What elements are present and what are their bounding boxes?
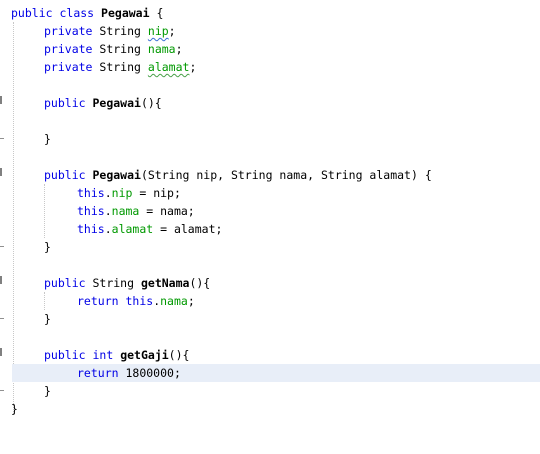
close-brace: }	[44, 240, 51, 254]
keyword-class: class	[59, 6, 95, 20]
code-line-method-getgaji[interactable]: public int getGaji(){	[0, 346, 540, 364]
field-nip: nip	[147, 24, 169, 38]
type-string: String	[99, 60, 141, 74]
keyword-private: private	[44, 42, 93, 56]
code-line-close-brace[interactable]: }	[0, 382, 540, 400]
semicolon: ;	[175, 42, 183, 56]
semicolon: ;	[189, 60, 197, 74]
code-line-field-nip[interactable]: private String nip;	[0, 22, 540, 40]
constructor-params: (){	[140, 96, 162, 110]
constructor-name: Pegawai	[92, 168, 141, 182]
keyword-this: this	[125, 294, 154, 308]
field-nip: nip	[111, 186, 133, 200]
keyword-int: int	[92, 348, 114, 362]
keyword-this: this	[77, 186, 105, 200]
field-nama: nama	[111, 204, 140, 218]
class-close-brace: }	[11, 402, 18, 416]
code-line-close-brace[interactable]: }	[0, 130, 540, 148]
code-line-field-nama[interactable]: private String nama;	[0, 40, 540, 58]
assignment: = nip;	[132, 186, 181, 200]
dot: .	[104, 204, 112, 218]
method-params: (){	[168, 348, 190, 362]
semicolon: ;	[187, 294, 195, 308]
code-line-param-constructor[interactable]: public Pegawai(String nip, String nama, …	[0, 166, 540, 184]
keyword-this: this	[77, 222, 105, 236]
keyword-public: public	[11, 6, 53, 20]
code-line-field-alamat[interactable]: private String alamat;	[0, 58, 540, 76]
type-string: String	[99, 24, 141, 38]
keyword-public: public	[44, 348, 86, 362]
field-alamat: alamat	[111, 222, 154, 236]
dot: .	[104, 186, 112, 200]
code-line-assign-nip[interactable]: this.nip = nip;	[0, 184, 540, 202]
keyword-private: private	[44, 60, 93, 74]
return-value: 1800000;	[125, 366, 181, 380]
keyword-return: return	[77, 294, 119, 308]
class-name: Pegawai	[101, 6, 150, 20]
semicolon: ;	[168, 24, 176, 38]
code-line-assign-nama[interactable]: this.nama = nama;	[0, 202, 540, 220]
code-line-close-brace[interactable]: }	[0, 310, 540, 328]
code-line-method-getnama[interactable]: public String getNama(){	[0, 274, 540, 292]
code-line-return-gaji-current[interactable]: return 1800000;	[12, 364, 540, 382]
type-string: String	[99, 42, 141, 56]
field-nama: nama	[147, 42, 176, 56]
close-brace: }	[44, 384, 51, 398]
open-brace: {	[156, 6, 164, 20]
code-line-close-brace[interactable]: }	[0, 238, 540, 256]
code-line-assign-alamat[interactable]: this.alamat = alamat;	[0, 220, 540, 238]
keyword-public: public	[44, 96, 86, 110]
keyword-return: return	[77, 366, 119, 380]
code-line-default-constructor[interactable]: public Pegawai(){	[0, 94, 540, 112]
method-name: getGaji	[120, 348, 169, 362]
code-line-class-close-brace[interactable]: }	[0, 400, 540, 418]
close-brace: }	[44, 312, 51, 326]
field-nama: nama	[160, 294, 188, 308]
code-line-return-nama[interactable]: return this.nama;	[0, 292, 540, 310]
field-alamat: alamat	[147, 60, 190, 74]
constructor-name: Pegawai	[92, 96, 141, 110]
assignment: = nama;	[139, 204, 195, 218]
keyword-public: public	[44, 276, 86, 290]
assignment: = alamat;	[153, 222, 223, 236]
constructor-params: (String nip, String nama, String alamat)…	[140, 168, 432, 182]
dot: .	[104, 222, 112, 236]
keyword-public: public	[44, 168, 86, 182]
code-editor[interactable]: public class Pegawai { private String ni…	[0, 0, 540, 427]
method-name: getNama	[140, 276, 190, 290]
keyword-this: this	[77, 204, 105, 218]
code-line-class-declaration[interactable]: public class Pegawai {	[0, 4, 540, 22]
close-brace: }	[44, 132, 51, 146]
method-params: (){	[189, 276, 211, 290]
return-type: String	[92, 276, 135, 290]
keyword-private: private	[44, 24, 93, 38]
